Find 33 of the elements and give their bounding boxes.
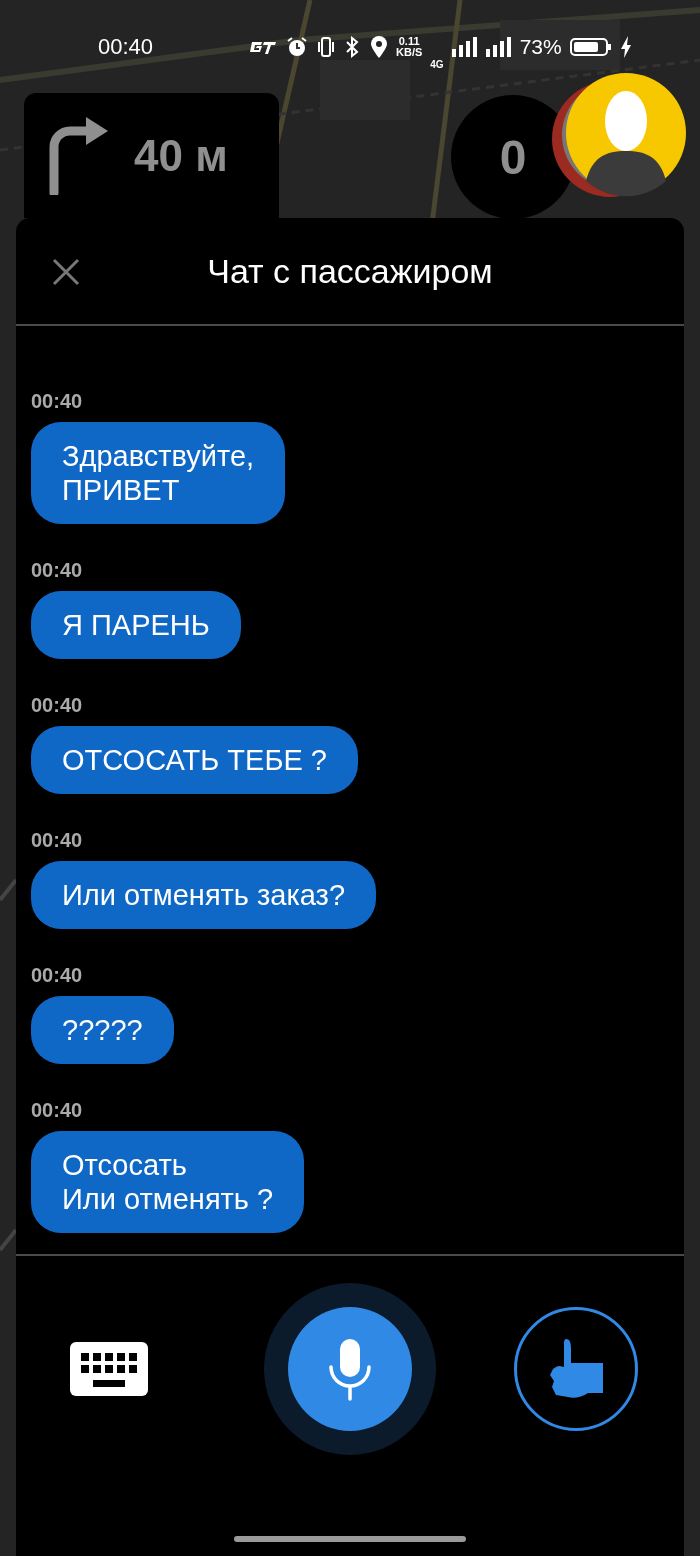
thumbs-up-icon — [548, 1337, 604, 1401]
keyboard-icon[interactable] — [70, 1342, 148, 1396]
chat-title: Чат с пассажиром — [207, 251, 493, 291]
message-bubble: Я ПАРЕНЬ — [31, 591, 241, 659]
gt-icon — [248, 39, 278, 54]
data-speed-unit: KB/S — [396, 46, 423, 58]
message-bubble: Отсосать Или отменять ? — [31, 1131, 305, 1233]
microphone-icon — [328, 1337, 372, 1401]
network-type: 4G — [430, 59, 444, 70]
avatar-icon[interactable] — [550, 73, 686, 199]
turn-right-icon — [48, 116, 110, 195]
message-time: 00:40 — [31, 964, 83, 986]
message-time: 00:40 — [31, 1099, 83, 1121]
battery-icon — [569, 36, 612, 57]
alarm-icon — [286, 35, 308, 58]
message-time: 00:40 — [31, 390, 83, 412]
clock-time: 00:40 — [98, 33, 155, 60]
message-time: 00:40 — [31, 559, 83, 581]
distance-text: 40 м — [134, 130, 228, 181]
message-bubble: Здравствуйте, ПРИВЕТ — [31, 422, 286, 524]
battery-percent: 73% — [519, 34, 562, 59]
message-bubble: ????? — [31, 996, 174, 1064]
message-bubble: Или отменять заказ? — [31, 861, 376, 929]
message-time: 00:40 — [31, 829, 83, 851]
thumbs-up-button[interactable] — [514, 1307, 638, 1431]
data-speed: 0.11 — [398, 35, 420, 47]
signal-icon — [485, 36, 512, 57]
message-time: 00:40 — [31, 694, 83, 716]
vibrate-icon — [316, 35, 336, 58]
signal-icon — [451, 36, 478, 57]
close-icon[interactable] — [52, 258, 80, 286]
location-icon — [370, 34, 388, 59]
message-bubble: ОТСОСАТЬ ТЕБЕ ? — [31, 726, 358, 794]
